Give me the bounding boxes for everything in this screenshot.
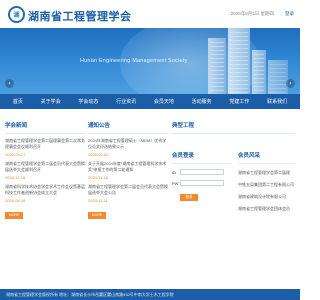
login-title: 会员登录: [172, 143, 232, 164]
site-title[interactable]: 湖南省工程管理学会: [28, 8, 132, 24]
article-title[interactable]: 湖南省工程管理学会第二届理事会第二次常务理事会会议顺利召开: [5, 138, 85, 149]
list-item[interactable]: 湖南省建筑设计院有限公司: [238, 194, 295, 200]
right-panel: 典型工程 会员登录 ID PW 登录 会员风采 湖南省工程管理学会第二届理 中铁…: [172, 113, 295, 253]
id-label: ID: [172, 169, 176, 175]
nav-item-industry[interactable]: 行业资讯: [116, 98, 136, 105]
list-item[interactable]: 湖南省工程管理学会团体会员: [238, 206, 295, 212]
nav-item-members[interactable]: 会员天地: [154, 98, 174, 105]
id-input[interactable]: [180, 169, 224, 175]
notice-column-title[interactable]: 通知公告: [88, 113, 168, 134]
main-content: 学会新闻 湖南省工程管理学会第二届理事会第二次常务理事会会议顺利召开 2025-…: [0, 113, 300, 289]
nav-item-services[interactable]: 活动服务: [192, 98, 212, 105]
footer: 湖南省工程管理学会版权所有 地址：湖南省长沙市岳麓区麓山南路932号中南大学土木…: [0, 289, 300, 300]
article-title[interactable]: 关于开展2024年度“湖南省工程管理科学技术奖”申报工作的第二轮通知: [88, 161, 168, 172]
hero-banner: Hunan Engineering Management Society ‹ ›: [0, 28, 300, 94]
building-image: [252, 50, 266, 94]
article-title[interactable]: 湖南省工程管理学会第二届会员代表大会暨换届选举大会公告: [88, 184, 168, 195]
main-nav: 首页 关于学会 学会动态 行业资讯 会员天地 活动服务 党建工作 联系我们: [0, 94, 300, 109]
list-item[interactable]: 湖南省科学技术协会学会学术工作会议暨基层科技工作者创新协会成立大会 2024-0…: [5, 184, 85, 203]
footer-text: 湖南省工程管理学会版权所有 地址：湖南省长沙市岳麓区麓山南路932号中南大学土木…: [6, 292, 174, 297]
article-date: 2025-04-27: [5, 152, 26, 157]
notice-column: 通知公告 2024年湖南省工程管理硕士（MEM）优秀学位论文评选结果公示 202…: [88, 113, 168, 253]
building-image: [228, 28, 250, 94]
article-title[interactable]: 湖南省工程管理学会第二届会员代表大会暨换届选举大会顺利召开: [5, 161, 85, 172]
nav-item-home[interactable]: 首页: [13, 98, 23, 105]
notice-more-button[interactable]: MORE: [88, 212, 106, 219]
news-more-button[interactable]: MORE: [5, 212, 23, 219]
member-showcase-box: 会员风采 湖南省工程管理学会第二届理 中铁五局集团第二工程有限公司 湖南省建筑设…: [238, 143, 295, 212]
projects-title[interactable]: 典型工程: [172, 113, 295, 134]
login-button[interactable]: 登录: [180, 194, 198, 201]
article-date: 2025-01-02: [88, 152, 109, 157]
nav-item-contact[interactable]: 联系我们: [267, 98, 287, 105]
nav-item-about[interactable]: 关于学会: [41, 98, 61, 105]
list-item[interactable]: 湖南省工程管理学会第二届会员代表大会暨换届选举大会顺利召开 2024-11-16: [5, 161, 85, 180]
showcase-title[interactable]: 会员风采: [238, 143, 295, 164]
next-arrow-icon[interactable]: ›: [286, 79, 295, 88]
member-login-box: 会员登录 ID PW 登录: [172, 143, 232, 201]
building-image: [268, 60, 288, 94]
prev-arrow-icon[interactable]: ‹: [5, 79, 14, 88]
nav-item-party[interactable]: 党建工作: [229, 98, 249, 105]
logo-glyph: 湖: [13, 12, 20, 19]
date-text: 2025年5月1日 星期四: [230, 11, 274, 16]
list-item[interactable]: 2024年湖南省工程管理硕士（MEM）优秀学位论文评选结果公示 2025-01-…: [88, 138, 168, 157]
password-input[interactable]: [180, 180, 224, 186]
list-item[interactable]: 湖南省工程管理学会第二届理: [238, 170, 295, 176]
list-item[interactable]: 湖南省工程管理学会第二届理事会第二次常务理事会会议顺利召开 2025-04-27: [5, 138, 85, 157]
id-row: ID: [172, 169, 232, 175]
pw-row: PW: [172, 180, 232, 186]
building-image: [208, 38, 226, 94]
nav-item-news[interactable]: 学会动态: [78, 98, 98, 105]
list-item[interactable]: 关于开展2024年度“湖南省工程管理科学技术奖”申报工作的第二轮通知 2024-…: [88, 161, 168, 180]
article-date: 2024-11-16: [5, 175, 26, 180]
news-column: 学会新闻 湖南省工程管理学会第二届理事会第二次常务理事会会议顺利召开 2025-…: [5, 113, 85, 253]
logo-icon[interactable]: 湖: [8, 6, 25, 23]
article-date: 2024-11-11: [88, 198, 108, 203]
header-bar: 湖 湖南省工程管理学会 2025年5月1日 星期四 登录: [0, 0, 300, 28]
article-date: 2024-04-16: [5, 198, 26, 203]
list-item[interactable]: 中铁五局集团第二工程有限公司: [238, 182, 295, 188]
article-date: 2024-11-16: [88, 175, 109, 180]
article-title[interactable]: 湖南省科学技术协会学会学术工作会议暨基层科技工作者创新协会成立大会: [5, 184, 85, 195]
list-item[interactable]: 湖南省工程管理学会第二届会员代表大会暨换届选举大会公告 2024-11-11: [88, 184, 168, 203]
news-column-title[interactable]: 学会新闻: [5, 113, 85, 134]
banner-subtitle: Hunan Engineering Management Society: [80, 58, 188, 64]
article-title[interactable]: 2024年湖南省工程管理硕士（MEM）优秀学位论文评选结果公示: [88, 138, 168, 149]
pw-label: PW: [172, 180, 179, 186]
login-link[interactable]: 登录: [285, 11, 294, 17]
